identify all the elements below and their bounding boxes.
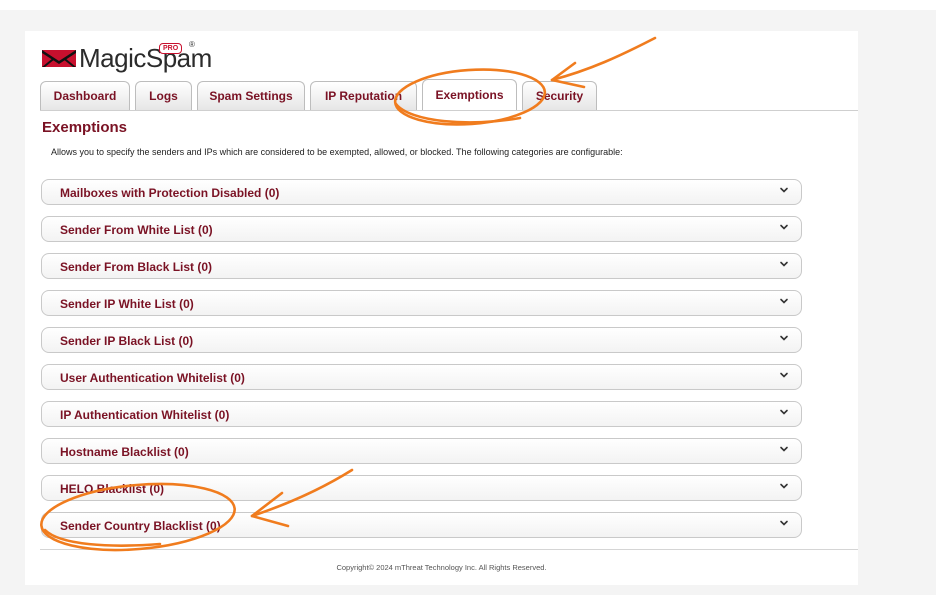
footer-divider xyxy=(40,549,858,550)
copyright-text: Copyright© 2024 mThreat Technology Inc. … xyxy=(336,563,547,572)
chevron-down-icon xyxy=(780,372,788,378)
chevron-down-icon xyxy=(780,187,788,193)
page-description: Allows you to specify the senders and IP… xyxy=(51,147,623,157)
logo-icon xyxy=(42,50,76,67)
accordion-section[interactable]: Sender IP White List (0) xyxy=(41,290,802,316)
nav-tabs: Dashboard Logs Spam Settings IP Reputati… xyxy=(40,79,602,110)
tab-exemptions[interactable]: Exemptions xyxy=(422,79,517,110)
accordion-section[interactable]: User Authentication Whitelist (0) xyxy=(41,364,802,390)
magicspam-logo: MagicSpam PRO ® xyxy=(41,40,212,74)
chevron-down-icon xyxy=(780,446,788,452)
accordion-section-label: Hostname Blacklist (0) xyxy=(60,445,189,459)
tab-divider xyxy=(40,110,858,111)
accordion-section[interactable]: Sender Country Blacklist (0) xyxy=(41,512,802,538)
chevron-down-icon xyxy=(780,409,788,415)
accordion-section-label: Sender From Black List (0) xyxy=(60,260,213,274)
accordion-section[interactable]: HELO Blacklist (0) xyxy=(41,475,802,501)
tab-label: IP Reputation xyxy=(324,89,403,103)
chevron-down-icon xyxy=(780,298,788,304)
chevron-down-icon xyxy=(780,520,788,526)
main-panel: MagicSpam PRO ® Dashboard Logs Spam Sett… xyxy=(25,31,858,585)
logo-pro-badge: PRO xyxy=(159,43,183,54)
logo-registered-mark: ® xyxy=(189,40,195,49)
chevron-down-icon xyxy=(780,483,788,489)
accordion-section[interactable]: Hostname Blacklist (0) xyxy=(41,438,802,464)
tab-logs[interactable]: Logs xyxy=(135,81,192,110)
tab-security[interactable]: Security xyxy=(522,81,597,110)
accordion-section-label: HELO Blacklist (0) xyxy=(60,482,165,496)
accordion-section-label: Sender IP Black List (0) xyxy=(60,334,194,348)
accordion-section-label: User Authentication Whitelist (0) xyxy=(60,371,245,385)
page-title: Exemptions xyxy=(42,119,128,136)
accordion-section-label: Sender Country Blacklist (0) xyxy=(60,519,221,533)
tab-label: Dashboard xyxy=(53,89,117,103)
tab-label: Logs xyxy=(149,89,178,103)
accordion-section-label: Mailboxes with Protection Disabled (0) xyxy=(60,186,280,200)
accordion-section[interactable]: IP Authentication Whitelist (0) xyxy=(41,401,802,427)
accordion-section-label: Sender From White List (0) xyxy=(60,223,213,237)
tab-label: Security xyxy=(535,89,584,103)
tab-dashboard[interactable]: Dashboard xyxy=(40,81,130,110)
accordion-section-label: IP Authentication Whitelist (0) xyxy=(60,408,230,422)
accordion-section[interactable]: Sender From Black List (0) xyxy=(41,253,802,279)
tab-spam-settings[interactable]: Spam Settings xyxy=(197,81,305,110)
chevron-down-icon xyxy=(780,335,788,341)
accordion-section-label: Sender IP White List (0) xyxy=(60,297,194,311)
tab-label: Exemptions xyxy=(435,88,504,102)
chevron-down-icon xyxy=(780,224,788,230)
page-background: MagicSpam PRO ® Dashboard Logs Spam Sett… xyxy=(0,10,936,595)
accordion-section[interactable]: Sender IP Black List (0) xyxy=(41,327,802,353)
accordion-section[interactable]: Mailboxes with Protection Disabled (0) xyxy=(41,179,802,205)
tab-ip-reputation[interactable]: IP Reputation xyxy=(310,81,417,110)
chevron-down-icon xyxy=(780,261,788,267)
accordion-section[interactable]: Sender From White List (0) xyxy=(41,216,802,242)
tab-label: Spam Settings xyxy=(209,89,293,103)
